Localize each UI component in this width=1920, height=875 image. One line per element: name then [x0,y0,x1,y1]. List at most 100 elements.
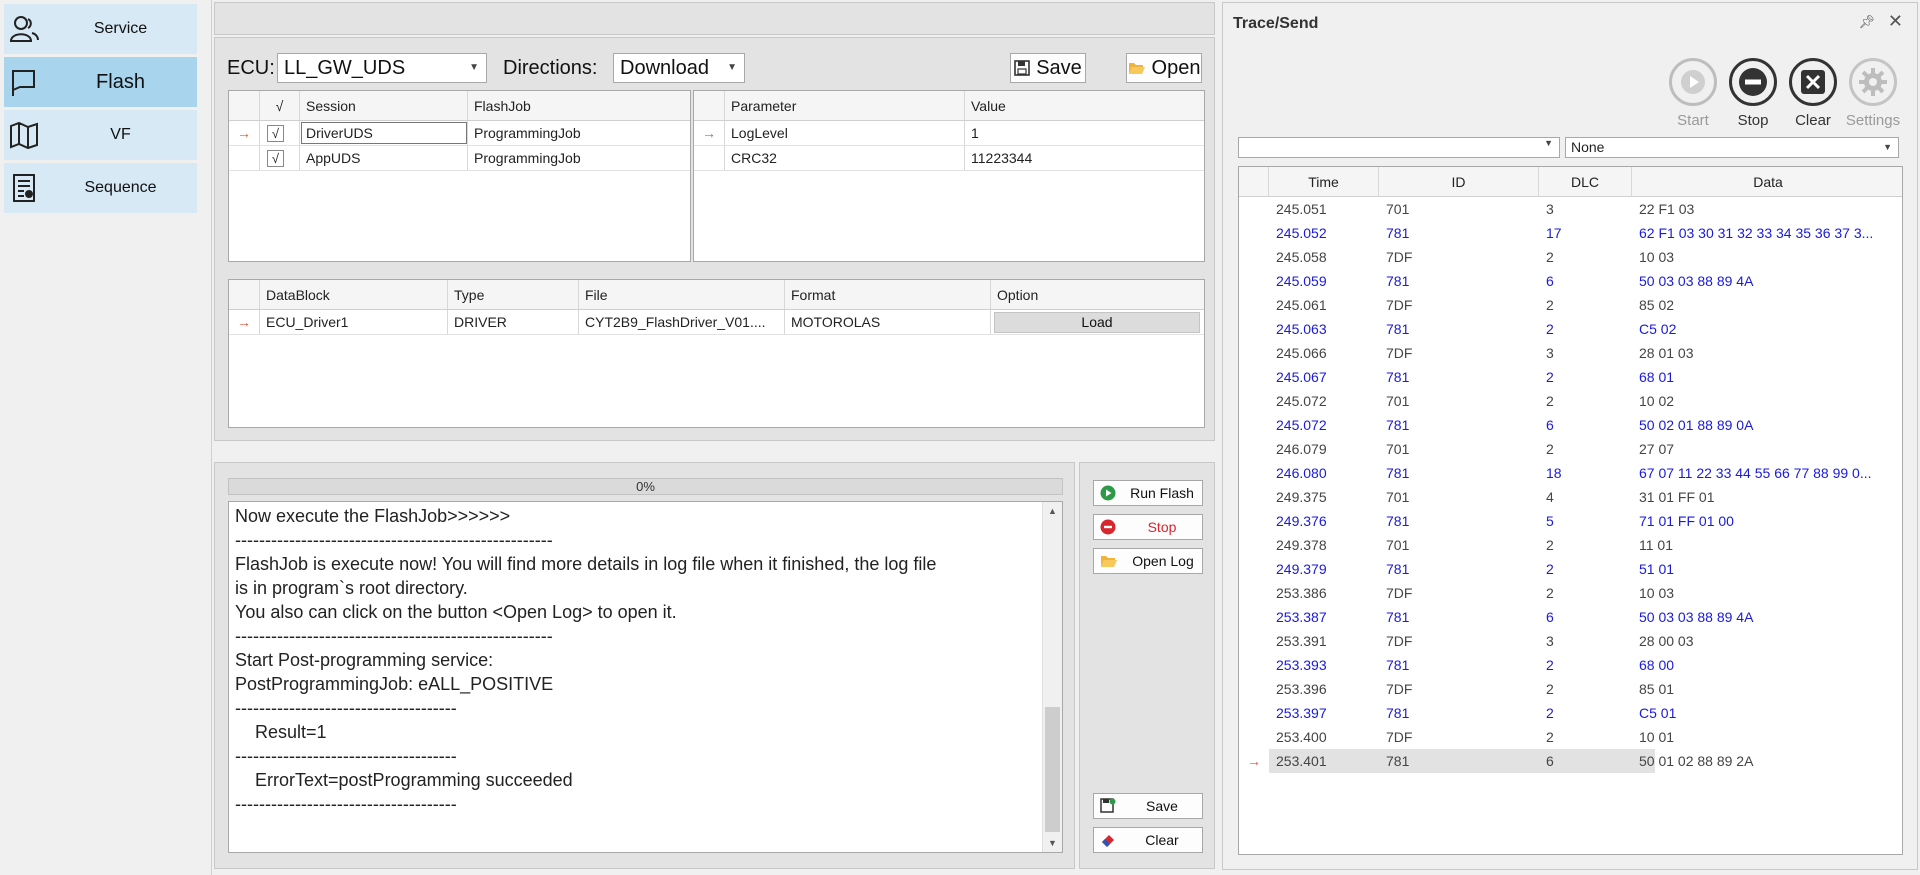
nav-item-sequence[interactable]: Sequence [4,163,197,213]
session-cell[interactable]: AppUDS [300,146,468,170]
trace-row[interactable]: 245.059 781 6 50 03 03 88 89 4A [1239,269,1902,293]
trace-filter-select[interactable]: ▼ [1238,137,1560,158]
session-checkbox[interactable]: √ [260,121,300,145]
nav-label-flash: Flash [96,70,145,93]
log-scrollbar[interactable]: ▲ ▼ [1042,502,1062,852]
nav-label-sequence: Sequence [84,179,157,196]
trace-dlc-cell: 6 [1546,273,1554,289]
datablock-cell[interactable]: ECU_Driver1 [260,310,448,334]
trace-row[interactable]: 253.391 7DF 3 28 00 03 [1239,629,1902,653]
trace-row[interactable]: 253.397 781 2 C5 01 [1239,701,1902,725]
trace-stop-button[interactable]: Stop [1723,58,1783,129]
trace-dlc-cell: 2 [1546,657,1554,673]
trace-row[interactable]: 245.066 7DF 3 28 01 03 [1239,341,1902,365]
trace-row[interactable]: 245.061 7DF 2 85 02 [1239,293,1902,317]
session-row[interactable]: √ AppUDS ProgrammingJob [229,146,690,171]
value-cell[interactable]: 1 [965,121,1204,145]
data-column-header: Data [1753,174,1783,190]
parameter-grid-header: Parameter Value [694,91,1204,121]
trace-channel-select[interactable]: None ▼ [1565,137,1899,158]
check-column-header: √ [260,91,300,120]
trace-row[interactable]: 245.051 701 3 22 F1 03 [1239,197,1902,221]
trace-row[interactable]: 249.375 701 4 31 01 FF 01 [1239,485,1902,509]
file-cell[interactable]: CYT2B9_FlashDriver_V01.... [579,310,785,334]
trace-row[interactable]: 245.067 781 2 68 01 [1239,365,1902,389]
flashjob-cell[interactable]: ProgrammingJob [468,146,690,170]
session-row[interactable]: → √ DriverUDS ProgrammingJob [229,121,690,146]
open-log-button[interactable]: Open Log [1093,548,1203,574]
trace-dlc-cell: 2 [1546,441,1554,457]
trace-row[interactable]: 253.396 7DF 2 85 01 [1239,677,1902,701]
trace-id-cell: 781 [1386,561,1410,577]
trace-settings-button[interactable]: Settings [1843,58,1903,129]
config-save-label: Save [1036,56,1082,79]
datablock-row[interactable]: → ECU_Driver1 DRIVER CYT2B9_FlashDriver_… [229,310,1204,335]
trace-row[interactable]: 245.052 781 17 62 F1 03 30 31 32 33 34 35 3… [1239,221,1902,245]
trace-id-cell: 7DF [1386,297,1413,313]
trace-clear-button[interactable]: Clear [1783,58,1843,129]
config-open-label: Open [1151,56,1201,79]
trace-row[interactable]: → 253.401 781 6 50 01 02 88 89 2A [1239,749,1902,773]
directions-label: Directions: [503,57,598,79]
parameter-cell[interactable]: CRC32 [725,146,965,170]
nav-item-flash[interactable]: Flash [4,57,197,107]
log-line: FlashJob is execute now! You will find m… [235,554,937,574]
scroll-up-arrow-icon[interactable]: ▲ [1043,506,1062,516]
trace-row[interactable]: 245.058 7DF 2 10 03 [1239,245,1902,269]
trace-row[interactable]: 253.387 781 6 50 03 03 88 89 4A [1239,605,1902,629]
trace-row[interactable]: 253.400 7DF 2 10 01 [1239,725,1902,749]
config-open-button[interactable]: Open [1126,53,1202,83]
stop-flash-button[interactable]: Stop [1093,514,1203,540]
close-icon[interactable]: ✕ [1888,11,1903,32]
trace-row[interactable]: 249.376 781 5 71 01 FF 01 00 [1239,509,1902,533]
file-column-header: File [579,280,785,309]
log-output[interactable]: Now execute the FlashJob>>>>>> ---------… [228,501,1063,853]
trace-dlc-cell: 2 [1546,585,1554,601]
format-cell[interactable]: MOTOROLAS [785,310,991,334]
session-checkbox[interactable]: √ [260,146,300,170]
parameter-row[interactable]: → LogLevel 1 [694,121,1204,146]
session-cell[interactable]: DriverUDS [300,121,468,145]
value-cell[interactable]: 11223344 [965,146,1204,170]
trace-row[interactable]: 246.079 701 2 27 07 [1239,437,1902,461]
load-button[interactable]: Load [994,312,1200,333]
type-cell[interactable]: DRIVER [448,310,579,334]
scroll-down-arrow-icon[interactable]: ▼ [1043,838,1062,848]
log-clear-button[interactable]: Clear [1093,827,1203,853]
trace-row[interactable]: 245.072 701 2 10 02 [1239,389,1902,413]
id-column-header: ID [1379,167,1539,197]
trace-grid: Time ID DLC Data 245.051 701 3 22 F1 03 245.… [1238,166,1903,855]
parameter-cell[interactable]: LogLevel [725,121,965,145]
ecu-select[interactable]: LL_GW_UDS ▼ [277,53,487,83]
trace-data-cell: 50 01 02 88 89 2A [1639,753,1754,769]
log-line: ------------------------------------- [235,794,457,814]
trace-id-cell: 781 [1386,513,1410,529]
log-save-button[interactable]: Save [1093,793,1203,819]
trace-time-cell: 253.396 [1276,681,1327,697]
row-indicator-header [229,280,260,309]
trace-row[interactable]: 246.080 781 18 67 07 11 22 33 44 55 66 77 8… [1239,461,1902,485]
trace-row[interactable]: 245.063 781 2 C5 02 [1239,317,1902,341]
current-row-arrow-icon: → [1247,753,1261,769]
log-save-label: Save [1146,798,1178,814]
pin-icon[interactable]: 📌︎ [1858,14,1875,30]
trace-data-cell: 28 00 03 [1639,633,1694,649]
flashjob-cell[interactable]: ProgrammingJob [468,121,690,145]
trace-dlc-cell: 17 [1546,225,1562,241]
nav-item-service[interactable]: Service [4,4,197,54]
chevron-down-icon: ▼ [469,62,479,73]
log-scrollbar-thumb[interactable] [1045,707,1060,832]
parameter-row[interactable]: CRC32 11223344 [694,146,1204,171]
trace-row[interactable]: 253.386 7DF 2 10 03 [1239,581,1902,605]
trace-row[interactable]: 249.379 781 2 51 01 [1239,557,1902,581]
run-flash-button[interactable]: Run Flash [1093,480,1203,506]
trace-row[interactable]: 245.072 781 6 50 02 01 88 89 0A [1239,413,1902,437]
trace-data-cell: 85 02 [1639,297,1675,313]
config-save-button[interactable]: Save [1010,53,1086,83]
trace-dlc-cell: 6 [1546,753,1554,769]
trace-start-button[interactable]: Start [1663,58,1723,129]
directions-select[interactable]: Download ▼ [613,53,745,83]
nav-item-vf[interactable]: VF [4,110,197,160]
trace-row[interactable]: 253.393 781 2 68 00 [1239,653,1902,677]
trace-row[interactable]: 249.378 701 2 11 01 [1239,533,1902,557]
